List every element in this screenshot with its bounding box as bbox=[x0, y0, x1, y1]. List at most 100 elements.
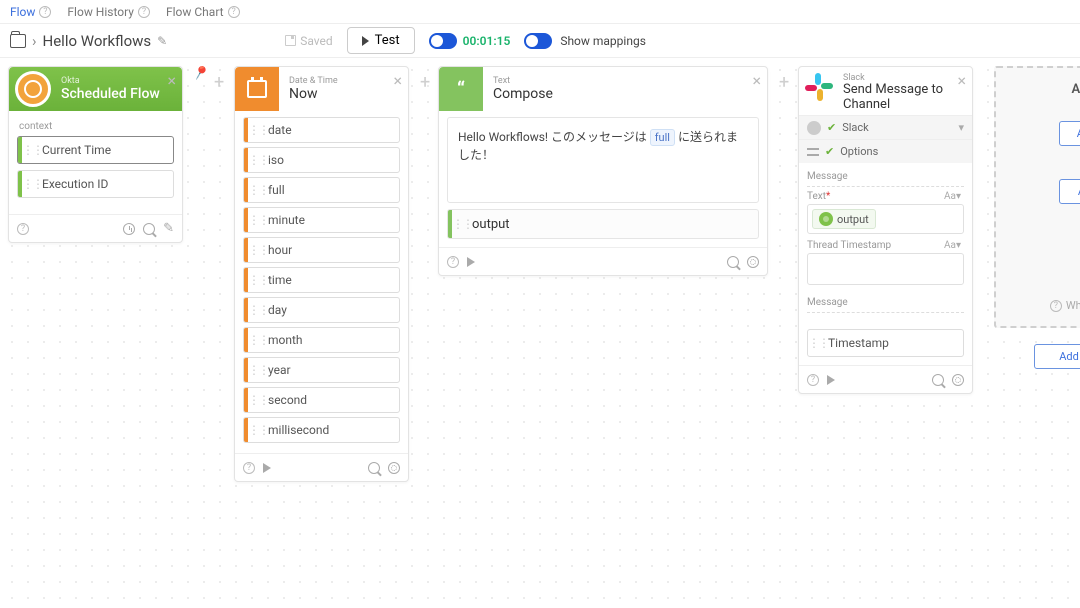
output-field[interactable]: ⋮⋮second bbox=[243, 387, 400, 413]
options-select[interactable]: ✔Options bbox=[799, 139, 972, 163]
output-field[interactable]: ⋮⋮time bbox=[243, 267, 400, 293]
output-field[interactable]: ⋮⋮hour bbox=[243, 237, 400, 263]
drag-icon[interactable]: ⋮⋮ bbox=[248, 213, 264, 227]
output-field[interactable]: ⋮⋮year bbox=[243, 357, 400, 383]
flow-canvas[interactable]: 📍 + + + × OktaScheduled Flow context ⋮⋮C… bbox=[0, 58, 1080, 608]
output-field[interactable]: ⋮⋮iso bbox=[243, 147, 400, 173]
test-button[interactable]: Test bbox=[347, 27, 415, 54]
output-field[interactable]: ⋮⋮date bbox=[243, 117, 400, 143]
close-icon[interactable]: × bbox=[167, 71, 176, 90]
run-icon[interactable] bbox=[467, 257, 475, 267]
output-field[interactable]: ⋮⋮minute bbox=[243, 207, 400, 233]
drag-icon[interactable]: ⋮⋮ bbox=[248, 183, 264, 197]
save-icon bbox=[285, 35, 296, 46]
close-icon[interactable]: × bbox=[957, 71, 966, 90]
close-icon[interactable]: × bbox=[393, 71, 402, 90]
tab-flow-chart[interactable]: Flow Chart? bbox=[166, 5, 240, 19]
add-function-button[interactable]: Add fu bbox=[1059, 179, 1080, 204]
help-icon[interactable]: ? bbox=[807, 374, 819, 386]
flow-toggle-timer: 00:01:15 bbox=[429, 33, 511, 49]
help-icon[interactable]: ? bbox=[39, 6, 51, 18]
flow-enabled-toggle[interactable] bbox=[429, 33, 457, 49]
pencil-icon[interactable]: ✎ bbox=[163, 221, 174, 236]
gear-icon[interactable] bbox=[747, 256, 759, 268]
format-icon[interactable]: Aa▾ bbox=[944, 240, 961, 251]
run-timer: 00:01:15 bbox=[463, 34, 511, 48]
search-icon[interactable] bbox=[932, 374, 944, 386]
add-card-icon[interactable]: + bbox=[779, 72, 789, 93]
output-field[interactable]: ⋮⋮month bbox=[243, 327, 400, 353]
tab-flow-history[interactable]: Flow History? bbox=[67, 5, 150, 19]
section-label: Message bbox=[807, 171, 964, 182]
format-icon[interactable]: Aa▾ bbox=[944, 191, 961, 202]
play-icon bbox=[362, 36, 369, 46]
card-sup: Date & Time bbox=[289, 76, 338, 86]
connection-select[interactable]: ✔Slack▾ bbox=[799, 115, 972, 139]
chevron-right-icon: › bbox=[32, 32, 37, 50]
search-icon[interactable] bbox=[727, 256, 739, 268]
drag-icon[interactable]: ⋮⋮ bbox=[248, 423, 264, 437]
gear-icon[interactable] bbox=[388, 462, 400, 474]
close-icon[interactable]: × bbox=[752, 71, 761, 90]
compose-input[interactable]: Hello Workflows! このメッセージは full に送られました！ bbox=[447, 117, 759, 203]
breadcrumb: › Hello Workflows ✎ bbox=[10, 32, 167, 50]
section-label: context bbox=[19, 121, 174, 132]
help-icon[interactable]: ? bbox=[138, 6, 150, 18]
add-note-button[interactable]: Add bbox=[1034, 344, 1080, 369]
gear-icon[interactable] bbox=[952, 374, 964, 386]
output-field[interactable]: ⋮⋮Execution ID bbox=[17, 170, 174, 198]
pencil-icon[interactable]: ✎ bbox=[157, 34, 167, 48]
text-input[interactable]: Aa▾ output bbox=[807, 204, 964, 234]
drag-icon[interactable]: ⋮⋮ bbox=[808, 336, 824, 350]
help-icon[interactable]: ? bbox=[243, 462, 255, 474]
output-field[interactable]: ⋮⋮full bbox=[243, 177, 400, 203]
help-icon[interactable]: ? bbox=[228, 6, 240, 18]
thread-timestamp-input[interactable]: Aa▾ bbox=[807, 253, 964, 285]
add-card-icon[interactable]: + bbox=[420, 72, 430, 93]
help-icon[interactable]: ? bbox=[17, 223, 29, 235]
help-icon[interactable]: ? bbox=[447, 256, 459, 268]
drag-icon[interactable]: ⋮⋮ bbox=[248, 303, 264, 317]
card-sup: Text bbox=[493, 76, 553, 86]
output-field[interactable]: ⋮⋮output bbox=[447, 209, 759, 239]
field-label: Thread Timestamp bbox=[807, 240, 964, 251]
card-title: Compose bbox=[493, 86, 553, 102]
show-mappings-toggle[interactable]: Show mappings bbox=[524, 33, 646, 49]
output-field[interactable]: ⋮⋮millisecond bbox=[243, 417, 400, 443]
drag-icon[interactable]: ⋮⋮ bbox=[248, 333, 264, 347]
output-field[interactable]: ⋮⋮day bbox=[243, 297, 400, 323]
drag-icon[interactable]: ⋮⋮ bbox=[452, 217, 468, 231]
drag-icon[interactable]: ⋮⋮ bbox=[248, 123, 264, 137]
run-icon[interactable] bbox=[827, 375, 835, 385]
add-app-button[interactable]: Add ap bbox=[1059, 121, 1080, 146]
drag-icon[interactable]: ⋮⋮ bbox=[248, 273, 264, 287]
search-icon[interactable] bbox=[368, 462, 380, 474]
tab-flow[interactable]: Flow? bbox=[10, 5, 51, 19]
drag-icon[interactable]: ⋮⋮ bbox=[248, 243, 264, 257]
output-field[interactable]: ⋮⋮Current Time bbox=[17, 136, 174, 164]
pin-icon[interactable]: 📍 bbox=[188, 63, 211, 86]
mapped-chip[interactable]: output bbox=[812, 209, 876, 229]
help-icon: ? bbox=[1050, 300, 1062, 312]
okta-icon bbox=[15, 71, 51, 107]
drag-icon[interactable]: ⋮⋮ bbox=[22, 177, 38, 191]
folder-icon[interactable] bbox=[10, 34, 26, 48]
source-dot-icon bbox=[819, 212, 833, 226]
drag-icon[interactable]: ⋮⋮ bbox=[22, 143, 38, 157]
end-drop-panel: And the Add ap - O Add fu ?What is an ap… bbox=[994, 66, 1080, 328]
mapped-chip[interactable]: full bbox=[650, 129, 675, 146]
drag-icon[interactable]: ⋮⋮ bbox=[248, 153, 264, 167]
output-field[interactable]: ⋮⋮Timestamp bbox=[807, 329, 964, 357]
help-link[interactable]: ?What is an app bbox=[1050, 299, 1080, 312]
search-icon[interactable] bbox=[143, 223, 155, 235]
check-icon: ✔ bbox=[827, 121, 836, 134]
avatar-icon bbox=[807, 121, 821, 135]
flow-title[interactable]: Hello Workflows bbox=[43, 32, 152, 50]
card-title: Scheduled Flow bbox=[61, 86, 160, 102]
drag-icon[interactable]: ⋮⋮ bbox=[248, 363, 264, 377]
saved-status: Saved bbox=[285, 34, 332, 48]
run-icon[interactable] bbox=[263, 463, 271, 473]
clock-icon[interactable] bbox=[123, 223, 135, 235]
drag-icon[interactable]: ⋮⋮ bbox=[248, 393, 264, 407]
add-card-icon[interactable]: + bbox=[214, 72, 224, 93]
